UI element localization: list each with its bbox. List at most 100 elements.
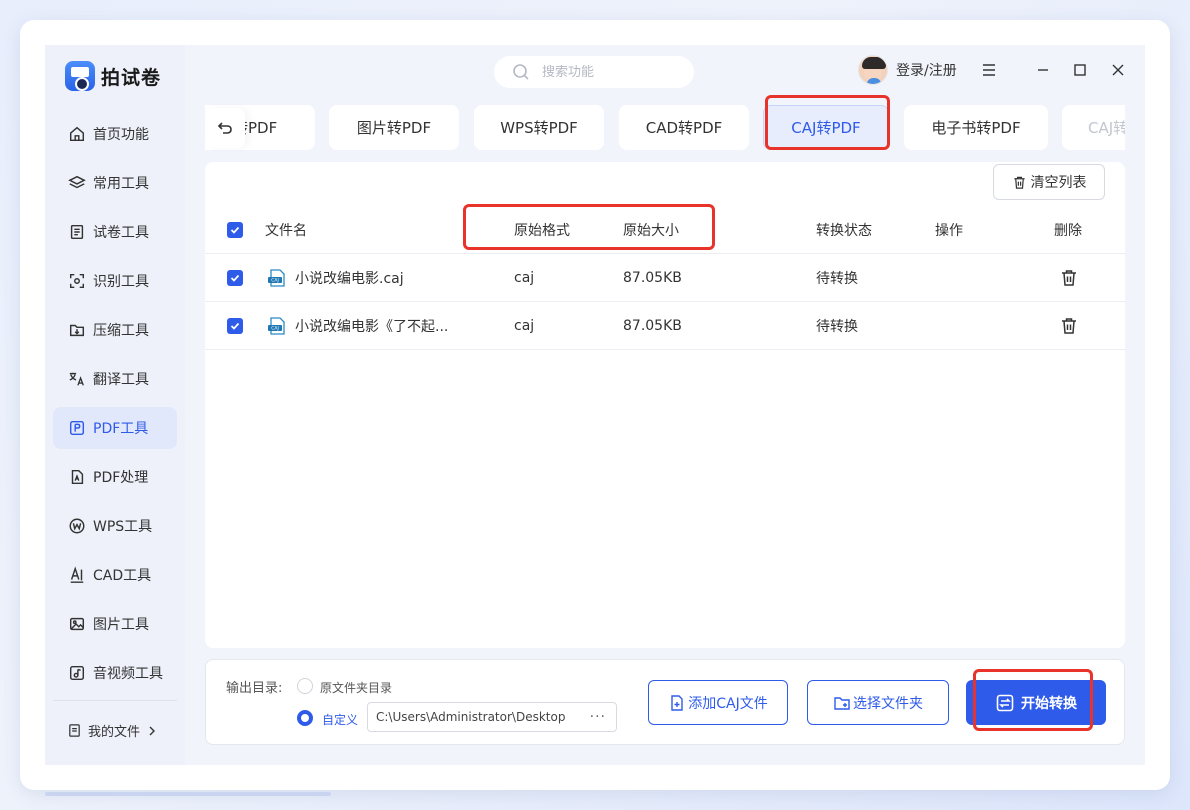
sidebar-item-label: 常用工具: [93, 176, 149, 192]
sidebar-item-home[interactable]: 首页功能: [53, 113, 177, 155]
column-header-delete: 删除: [1054, 223, 1082, 239]
clear-list-label: 清空列表: [1030, 175, 1087, 191]
table-row: CAJ 小说改编电影《了不起... caj 87.05KB 待转换: [205, 302, 1125, 350]
app-name: 拍试卷: [101, 66, 162, 89]
sidebar-item-common-tools[interactable]: 常用工具: [53, 162, 177, 204]
file-size: 87.05KB: [623, 318, 682, 334]
caj-file-icon: CAJ: [268, 269, 285, 287]
login-register-link[interactable]: 登录/注册: [896, 60, 957, 80]
radio-custom-folder[interactable]: [297, 710, 313, 726]
exam-icon: [67, 222, 87, 242]
table-row: CAJ 小说改编电影.caj caj 87.05KB 待转换: [205, 254, 1125, 302]
add-caj-file-button[interactable]: 添加CAJ文件: [648, 680, 788, 725]
close-icon: [1112, 64, 1124, 76]
tab-image-to-pdf[interactable]: 图片转PDF: [329, 105, 459, 150]
svg-text:CAJ: CAJ: [271, 278, 279, 284]
column-header-size: 原始大小: [623, 223, 679, 239]
tab-label: CAJ转: [1088, 119, 1125, 137]
radio-original-folder-label: 原文件夹目录: [320, 681, 393, 695]
minimize-button[interactable]: [1032, 59, 1054, 81]
delete-row-button[interactable]: [1059, 302, 1079, 350]
sidebar-item-label: 识别工具: [93, 274, 149, 290]
sidebar-item-image-tools[interactable]: 图片工具: [53, 603, 177, 645]
trash-icon: [1062, 318, 1076, 334]
sidebar-item-label: 压缩工具: [93, 323, 149, 339]
home-icon: [67, 124, 87, 144]
file-name-cell: CAJ 小说改编电影.caj: [267, 254, 404, 302]
menu-button[interactable]: [978, 59, 1000, 81]
sidebar-item-cad-tools[interactable]: CAD工具: [53, 554, 177, 596]
menu-icon: [983, 64, 995, 76]
pdf-icon: [67, 418, 87, 438]
folder-add-icon: [834, 696, 850, 710]
sidebar-item-translate-tools[interactable]: 翻译工具: [53, 358, 177, 400]
avatar[interactable]: [858, 55, 888, 85]
search-icon: [513, 64, 529, 80]
select-folder-button[interactable]: 选择文件夹: [807, 680, 949, 725]
conversion-status: 待转换: [816, 319, 858, 335]
radio-original-folder[interactable]: [297, 678, 313, 694]
trash-icon: [1013, 176, 1025, 189]
sidebar-item-exam-tools[interactable]: 试卷工具: [53, 211, 177, 253]
tab-cad-to-pdf[interactable]: CAD转PDF: [619, 105, 749, 150]
column-header-format: 原始格式: [514, 223, 570, 239]
pdf-edit-icon: [67, 467, 87, 487]
start-conversion-label: 开始转换: [1021, 695, 1077, 712]
wps-icon: [67, 516, 87, 536]
convert-icon: [996, 694, 1014, 711]
row-checkbox[interactable]: [227, 302, 243, 350]
close-button[interactable]: [1107, 59, 1129, 81]
radio-custom-folder-label: 自定义: [322, 713, 359, 727]
row-checkbox[interactable]: [227, 254, 243, 302]
tab-caj-to-other[interactable]: CAJ转: [1062, 105, 1125, 150]
app-window: 拍试卷 首页功能 常用工具 试卷工具 识别工具 压缩工具 翻译工具 PDF工具 …: [45, 45, 1145, 765]
tab-label: 图片转PDF: [356, 119, 432, 137]
maximize-button[interactable]: [1069, 59, 1091, 81]
sidebar-item-label: PDF工具: [93, 421, 149, 437]
sidebar-item-pdf-tools[interactable]: PDF工具: [53, 407, 177, 449]
sidebar-item-recognition-tools[interactable]: 识别工具: [53, 260, 177, 302]
taskbar-strip: [45, 792, 331, 796]
scan-icon: [67, 271, 87, 291]
add-file-icon: [671, 694, 683, 711]
file-list-icon: [69, 724, 80, 737]
translate-icon: [67, 369, 87, 389]
sidebar-item-wps-tools[interactable]: WPS工具: [53, 505, 177, 547]
app-logo: 拍试卷: [65, 61, 161, 91]
start-conversion-button[interactable]: 开始转换: [966, 680, 1106, 725]
tab-label: CAD转PDF: [645, 119, 723, 137]
trash-icon: [1062, 270, 1076, 286]
tabs-back-button[interactable]: [205, 108, 245, 148]
clear-list-button[interactable]: 清空列表: [993, 164, 1105, 200]
delete-row-button[interactable]: [1059, 254, 1079, 302]
browse-path-button[interactable]: ···: [590, 709, 606, 725]
search-input[interactable]: [542, 64, 672, 80]
tab-wps-to-pdf[interactable]: WPS转PDF: [474, 105, 604, 150]
user-login[interactable]: 登录/注册: [858, 55, 957, 85]
tab-caj-to-pdf[interactable]: CAJ转PDF: [763, 105, 889, 150]
tab-label: WPS转PDF: [500, 119, 578, 137]
logo-icon: [65, 61, 95, 91]
my-files-link[interactable]: 我的文件: [67, 721, 164, 740]
cad-icon: [67, 565, 87, 585]
column-header-name: 文件名: [265, 223, 307, 239]
select-all-checkbox[interactable]: [227, 206, 243, 254]
sidebar-item-media-tools[interactable]: 音视频工具: [53, 652, 177, 694]
sidebar-item-label: 音视频工具: [93, 666, 163, 682]
search-box[interactable]: [494, 56, 694, 88]
caj-file-icon: CAJ: [268, 317, 285, 335]
output-path-field[interactable]: C:\Users\Administrator\Desktop ···: [367, 702, 617, 732]
tab-ebook-to-pdf[interactable]: 电子书转PDF: [904, 105, 1048, 150]
sidebar: 拍试卷 首页功能 常用工具 试卷工具 识别工具 压缩工具 翻译工具 PDF工具 …: [45, 45, 185, 765]
sidebar-item-label: 图片工具: [93, 617, 149, 633]
sidebar-item-label: CAD工具: [93, 568, 152, 584]
output-directory-label: 输出目录:: [226, 681, 283, 696]
sidebar-item-compress-tools[interactable]: 压缩工具: [53, 309, 177, 351]
image-icon: [67, 614, 87, 634]
sidebar-item-label: PDF处理: [93, 470, 149, 486]
sidebar-item-pdf-process[interactable]: PDF处理: [53, 456, 177, 498]
conversion-status: 待转换: [816, 271, 858, 287]
maximize-icon: [1074, 64, 1086, 76]
file-format: caj: [514, 270, 535, 286]
layers-icon: [67, 173, 87, 193]
